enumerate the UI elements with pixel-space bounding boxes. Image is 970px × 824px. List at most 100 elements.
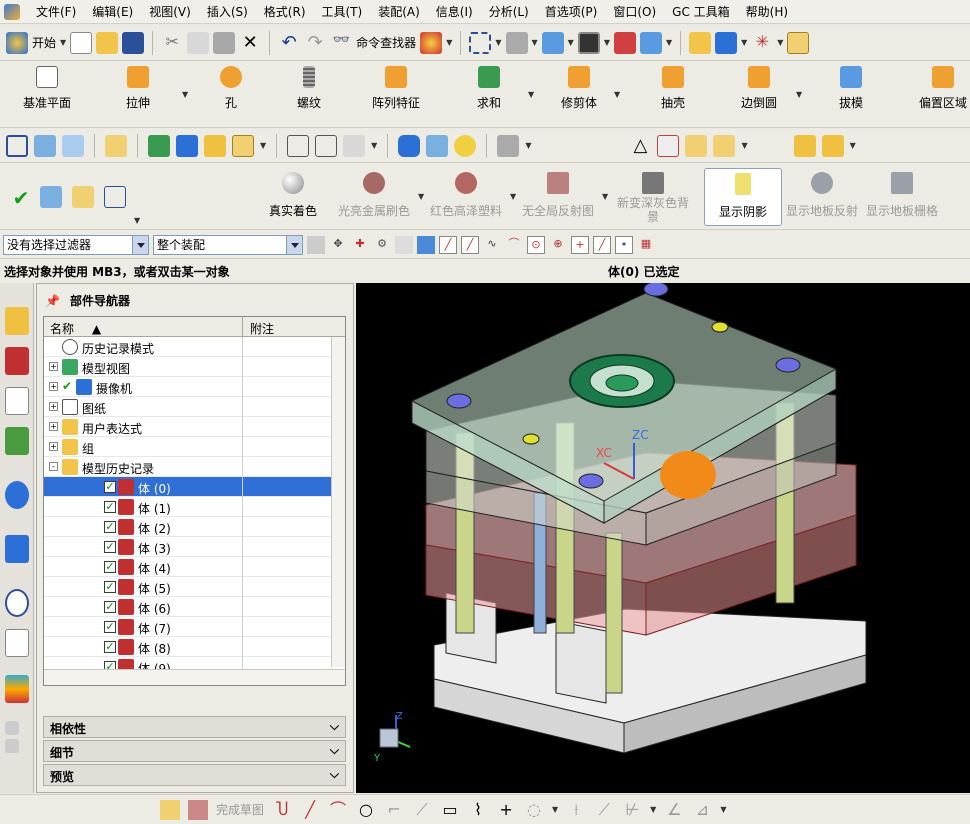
explode-icon[interactable]: [343, 134, 366, 157]
expand-icon[interactable]: +: [49, 362, 58, 371]
render-dropdown-icon[interactable]: ▼: [134, 216, 140, 225]
tree-row[interactable]: + 模型视图: [44, 357, 345, 377]
fit-view-dropdown-icon[interactable]: ▼: [495, 38, 501, 47]
visibility-checkbox[interactable]: ✓: [104, 481, 116, 493]
snap-center-icon[interactable]: ⊙: [527, 235, 545, 254]
snap-grid-icon[interactable]: ▦: [637, 236, 655, 254]
floor-grid-button[interactable]: 显示地板栅格: [864, 168, 940, 226]
tree-row-body[interactable]: ✓ 体 (1): [44, 497, 345, 517]
extrude-button[interactable]: 拉伸: [110, 66, 166, 124]
pin-icon[interactable]: 📌: [45, 294, 60, 308]
open-folder-icon[interactable]: [96, 31, 119, 54]
draft-button[interactable]: 拔模: [830, 66, 872, 124]
constraint-navigator-tab-icon[interactable]: [5, 347, 29, 375]
save-icon[interactable]: [122, 31, 145, 54]
start-dropdown-icon[interactable]: ▼: [60, 38, 66, 47]
check-icon[interactable]: ✔: [10, 186, 32, 210]
role-palette-icon[interactable]: [420, 31, 443, 54]
polygon-icon[interactable]: ⌇: [468, 800, 488, 820]
mold-dropdown-icon[interactable]: ▼: [850, 141, 856, 150]
edge-blend-dropdown-icon[interactable]: ▼: [796, 90, 802, 99]
assembly-stack-icon[interactable]: [62, 134, 84, 157]
table-edit-icon[interactable]: [72, 186, 94, 208]
checklist2-icon[interactable]: [713, 134, 736, 157]
unite-dropdown-icon[interactable]: ▼: [528, 90, 534, 99]
clip-view-icon[interactable]: [639, 31, 662, 54]
extrude-dropdown-icon[interactable]: ▼: [182, 90, 188, 99]
web-browser-tab-icon[interactable]: [5, 535, 29, 563]
trim-dropdown-icon[interactable]: ▼: [614, 90, 620, 99]
line-icon[interactable]: ╱: [300, 800, 320, 820]
snap-midpoint-icon[interactable]: ╱: [461, 235, 479, 254]
snap-endpoint-icon[interactable]: ╱: [439, 235, 457, 254]
info-tab-icon[interactable]: [5, 481, 29, 509]
floor-reflection-button[interactable]: 显示地板反射: [784, 168, 860, 226]
spline-icon[interactable]: ◌: [524, 800, 544, 820]
abc-icon[interactable]: [232, 134, 254, 157]
curve-dropdown-icon[interactable]: ▼: [552, 805, 558, 814]
fillet-icon[interactable]: ⌐: [384, 800, 404, 820]
no-reflection-dropdown-icon[interactable]: ▼: [602, 192, 608, 201]
menu-gc-toolbox[interactable]: GC 工具箱: [664, 3, 738, 20]
datum-plane-button[interactable]: 基准平面: [8, 66, 86, 124]
tree-row-body[interactable]: ✓ 体 (7): [44, 617, 345, 637]
collapse-icon[interactable]: -: [49, 462, 58, 471]
extend-icon[interactable]: ⟋: [594, 800, 614, 820]
constraint-dropdown-icon[interactable]: ▼: [650, 805, 656, 814]
tree-row-body[interactable]: ✓ 体 (3): [44, 537, 345, 557]
spring-icon[interactable]: [426, 134, 449, 157]
sketch-icon[interactable]: [40, 186, 62, 208]
expand-icon[interactable]: +: [49, 382, 58, 391]
mold-wizard-icon[interactable]: [793, 134, 816, 157]
arc-icon[interactable]: ⌒: [328, 800, 348, 820]
column-note-header[interactable]: 附注: [250, 320, 274, 337]
shell-button[interactable]: 抽壳: [652, 66, 694, 124]
motion-dropdown-icon[interactable]: ▼: [741, 38, 747, 47]
tree-vertical-scrollbar[interactable]: [331, 337, 345, 667]
select-solid-icon[interactable]: [417, 235, 435, 254]
menu-file[interactable]: 文件(F): [28, 3, 84, 20]
tree-row-body[interactable]: ✓ 体 (5): [44, 577, 345, 597]
no-reflection-button[interactable]: 无全局反射图: [518, 168, 598, 226]
strip-scroll-down-icon[interactable]: [5, 739, 19, 753]
tree-horizontal-scrollbar[interactable]: [44, 669, 345, 685]
new-file-icon[interactable]: [70, 31, 93, 54]
offset-region-button[interactable]: 偏置区域: [916, 66, 970, 124]
tree-row-body[interactable]: ✓ 体 (2): [44, 517, 345, 537]
strip-scroll-up-icon[interactable]: [5, 721, 19, 735]
checklist-icon[interactable]: [685, 134, 708, 157]
menu-assembly[interactable]: 装配(A): [370, 3, 428, 20]
show-shadow-button[interactable]: 显示阴影: [704, 168, 782, 226]
chevron-down-icon[interactable]: [286, 235, 302, 254]
abc-dropdown-icon[interactable]: ▼: [260, 141, 266, 150]
redo-icon[interactable]: ↷: [304, 32, 326, 54]
table-icon[interactable]: [657, 134, 680, 157]
constraint-icon[interactable]: ⊬: [622, 800, 642, 820]
visibility-checkbox[interactable]: ✓: [104, 641, 116, 653]
point-icon[interactable]: +: [496, 800, 516, 820]
reuse-library-tab-icon[interactable]: [5, 427, 29, 455]
check-icon[interactable]: ✔: [62, 379, 72, 393]
start-button-label[interactable]: 开始: [32, 34, 56, 51]
menu-preferences[interactable]: 首选项(P): [537, 3, 606, 20]
section-preview[interactable]: 预览 ⌵: [43, 764, 346, 786]
snap-intersection-icon[interactable]: +: [571, 235, 589, 254]
triangle-icon[interactable]: △: [629, 135, 651, 157]
tree-row-body[interactable]: ✓ 体 (4): [44, 557, 345, 577]
circle-icon[interactable]: ○: [356, 800, 376, 820]
select-face-icon[interactable]: ⚙: [373, 236, 391, 254]
assembly-navigator-tab-icon[interactable]: [5, 307, 29, 335]
filter-icon[interactable]: [307, 235, 325, 254]
add-component-icon[interactable]: [148, 134, 170, 157]
snap-curve-icon[interactable]: ∿: [483, 236, 501, 254]
hammer-icon[interactable]: [176, 134, 198, 157]
mold-wizard2-icon[interactable]: [821, 134, 844, 157]
snap-tangent-icon[interactable]: ╱: [593, 235, 611, 254]
type-filter-select[interactable]: 没有选择过滤器: [3, 234, 149, 255]
surface-icon[interactable]: [315, 134, 338, 157]
chamfer-icon[interactable]: ⟋: [412, 800, 432, 820]
menu-analysis[interactable]: 分析(L): [481, 3, 537, 20]
gradient-background-button[interactable]: 新变深灰色背景: [612, 168, 694, 226]
render-style-icon[interactable]: [505, 31, 528, 54]
snap-arc-icon[interactable]: ⌒: [505, 236, 523, 254]
